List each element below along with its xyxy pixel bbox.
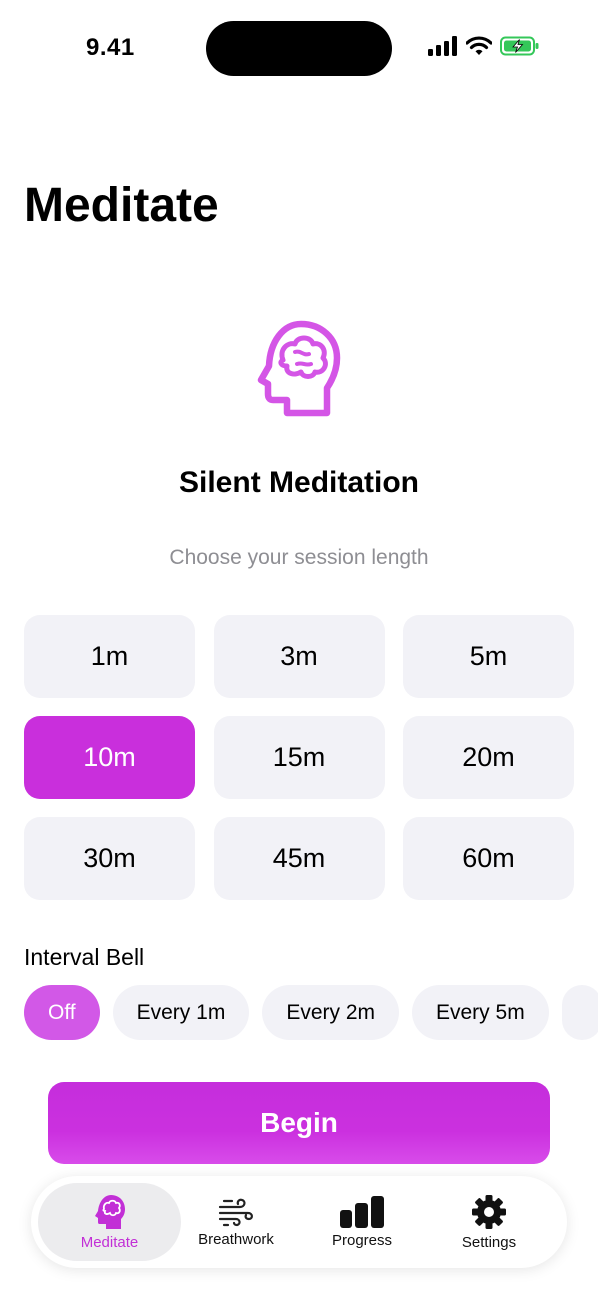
wind-icon [218, 1198, 253, 1226]
duration-option[interactable]: 3m [213, 615, 385, 698]
tab-label: Meditate [80, 1233, 139, 1251]
session-title: Silent Meditation [179, 466, 419, 499]
interval-bell-options[interactable]: Off Every 1m Every 2m Every 5m [24, 985, 598, 1040]
begin-button[interactable]: Begin [48, 1082, 550, 1164]
tab-meditate[interactable]: Meditate [38, 1183, 181, 1261]
page-title: Meditate [24, 179, 219, 232]
status-icons [428, 36, 540, 56]
tab-progress[interactable]: Progress [312, 1183, 412, 1261]
bell-option-selected[interactable]: Off [24, 985, 100, 1040]
cellular-signal-icon [428, 36, 457, 56]
brain-head-icon [94, 1194, 125, 1229]
gear-icon [472, 1194, 506, 1229]
tab-label: Breathwork [198, 1230, 274, 1248]
duration-option[interactable]: 15m [213, 716, 385, 799]
duration-grid: 1m 3m 5m 10m 15m 20m 30m 45m 60m [24, 615, 574, 900]
duration-option[interactable]: 5m [403, 615, 574, 698]
tab-settings[interactable]: Settings [439, 1183, 539, 1261]
session-subtitle: Choose your session length [169, 546, 429, 569]
bell-option-partial[interactable] [561, 985, 598, 1040]
tab-breathwork[interactable]: Breathwork [186, 1183, 286, 1261]
tab-bar: Meditate Breathwork Progress Settings [31, 1176, 567, 1268]
interval-bell-label: Interval Bell [24, 944, 145, 970]
tab-label: Settings [461, 1233, 517, 1251]
bell-option[interactable]: Every 2m [262, 985, 399, 1040]
dynamic-island [206, 21, 392, 76]
status-time: 9.41 [86, 34, 135, 61]
meditate-screen: 9.41 Meditate Silent Meditation Choose y… [0, 0, 598, 1300]
duration-option[interactable]: 60m [403, 817, 574, 900]
tab-label: Progress [331, 1231, 393, 1249]
duration-option-selected[interactable]: 10m [24, 716, 195, 799]
battery-charging-icon [500, 36, 539, 56]
wifi-icon [466, 36, 492, 55]
duration-option[interactable]: 45m [213, 817, 385, 900]
duration-option[interactable]: 30m [24, 817, 195, 900]
duration-option[interactable]: 1m [24, 615, 195, 698]
bell-option[interactable]: Every 5m [412, 985, 549, 1040]
brain-head-icon [257, 320, 341, 417]
bell-option[interactable]: Every 1m [112, 985, 250, 1040]
bar-chart-icon [340, 1195, 384, 1228]
duration-option[interactable]: 20m [403, 716, 574, 799]
